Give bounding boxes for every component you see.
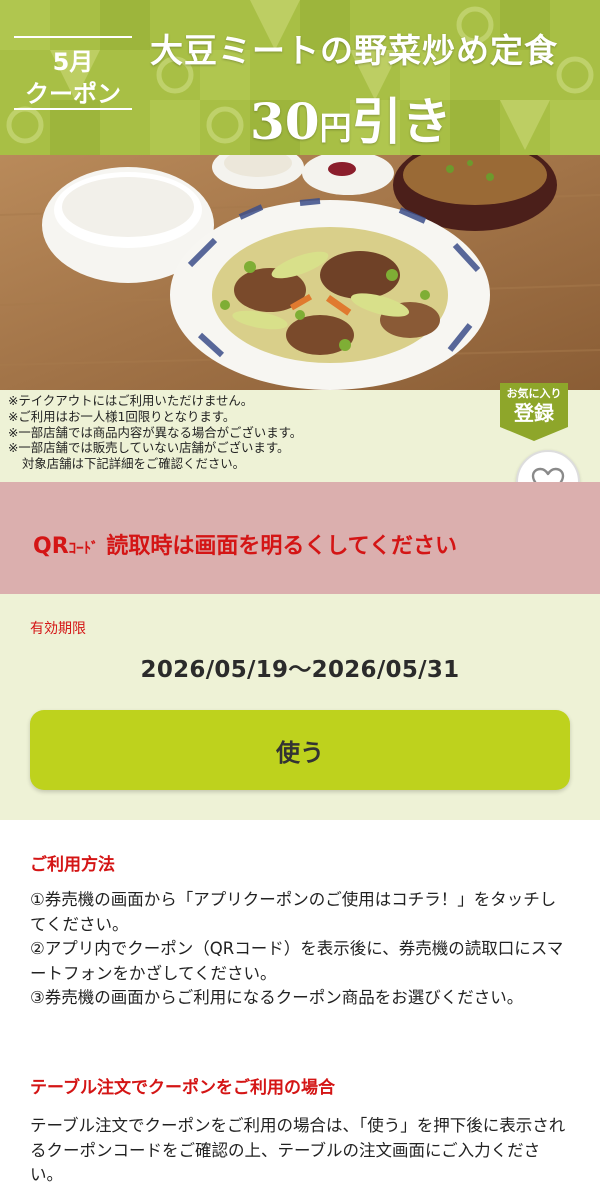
how-to-step: ②アプリ内でクーポン（QRコード）を表示後に、券売機の読取口にスマートフォンをか…	[30, 939, 564, 983]
code-word: ｺｰﾄﾞ	[68, 539, 99, 557]
qr-word: QR	[33, 534, 69, 559]
qr-warning-message: 読取時は画面を明るくしてください	[98, 534, 458, 559]
favorite-badge-main: 登録	[514, 401, 554, 425]
qr-warning-text: QRｺｰﾄﾞ 読取時は画面を明るくしてください	[33, 528, 457, 560]
table-order-heading: テーブル注文でクーポンをご利用の場合	[30, 1078, 335, 1098]
note-item: ※一部店舗では販売していない店舗がございます。	[8, 440, 290, 456]
note-item: ※テイクアウトにはご利用いただけません。	[8, 393, 254, 408]
table-order-text: テーブル注文でクーポンをご利用の場合は、「使う」を押下後に表示されるクーポンコー…	[30, 1116, 566, 1184]
food-photo	[0, 155, 600, 390]
notes-list: ※テイクアウトにはご利用いただけません。 ※ご利用はお一人様1回限りとなります。…	[8, 393, 488, 472]
set-meal-illustration	[0, 155, 600, 390]
how-to-step: ③券売機の画面からご利用になるクーポン商品をお選びください。	[30, 988, 524, 1007]
discount-unit: 円	[319, 109, 352, 147]
discount-suffix: 引き	[351, 92, 452, 151]
note-item: 対象店舗は下記詳細をご確認ください。	[22, 456, 246, 472]
dish-title: 大豆ミートの野菜炒め定食	[150, 31, 558, 70]
note-item: ※ご利用はお一人様1回限りとなります。	[8, 408, 236, 424]
favorite-register-badge[interactable]: お気に入り 登録	[500, 383, 568, 441]
note-item: ※一部店舗では商品内容が異なる場合がございます。	[8, 424, 303, 440]
badge-rule-top	[14, 36, 132, 38]
coupon-banner: 5月 クーポン 大豆ミートの野菜炒め定食 30円引き	[0, 0, 600, 155]
month-badge: 5月 クーポン	[14, 30, 132, 112]
validity-label: 有効期限	[30, 621, 86, 637]
badge-rule-bottom	[14, 108, 132, 110]
how-to-steps: ①券売機の画面から「アプリクーポンのご使用はコチラ！」をタッチしてください。 ②…	[30, 888, 570, 1011]
coupon-word: クーポン	[25, 80, 121, 108]
use-coupon-button[interactable]: 使う	[30, 710, 570, 790]
discount-amount: 30	[250, 92, 320, 151]
how-to-step: ①券売機の画面から「アプリクーポンのご使用はコチラ！」をタッチしてください。	[30, 890, 557, 934]
how-to-heading: ご利用方法	[30, 855, 115, 875]
month-label: 5月	[52, 48, 94, 76]
validity-dates: 2026/05/19〜2026/05/31	[140, 657, 460, 683]
discount-text: 30円引き	[250, 82, 452, 154]
